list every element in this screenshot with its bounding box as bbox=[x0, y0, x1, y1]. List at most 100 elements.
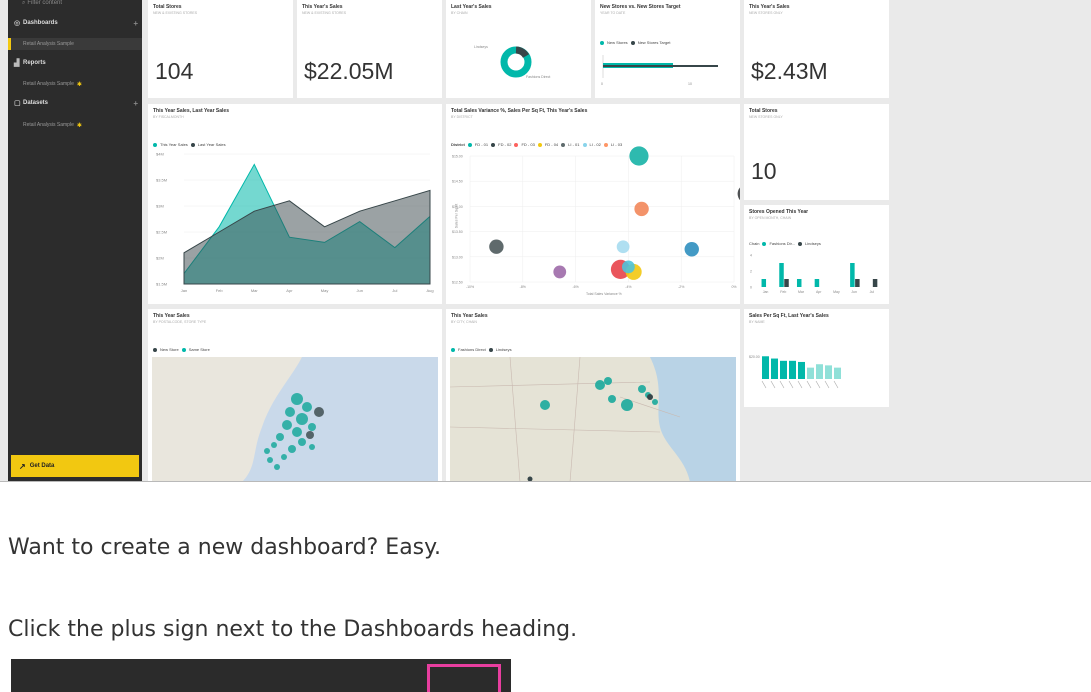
sales-sqft-bar-chart bbox=[761, 356, 841, 389]
x-tick-label bbox=[788, 380, 794, 389]
x-tick-label: May bbox=[321, 288, 329, 293]
tile-sales-sqft[interactable]: Sales Per Sq Ft, Last Year's Sales BY NA… bbox=[744, 309, 889, 407]
x-tick-label: Apr bbox=[816, 290, 822, 294]
filter-content-input[interactable]: ⌕ Filter content bbox=[14, 0, 140, 10]
tile-scatter-chart[interactable]: Total Sales Variance %, Sales Per Sq Ft,… bbox=[446, 104, 740, 304]
kpi-value: $2.43M bbox=[751, 58, 828, 84]
x-tick-label: Jun bbox=[356, 288, 362, 293]
add-dashboard-plus-icon[interactable]: + bbox=[133, 19, 138, 28]
x-tick-label: -8% bbox=[520, 285, 526, 289]
y-tick-label: $14.00 bbox=[452, 205, 463, 209]
legend-swatch bbox=[153, 347, 157, 352]
x-tick-label: Jun bbox=[851, 290, 857, 294]
search-icon: ⌕ bbox=[22, 0, 26, 6]
stores-opened-bar-chart: 4 2 0 Jan Feb Mar Apr May Jun Jul bbox=[750, 254, 878, 294]
bar bbox=[779, 263, 784, 287]
tile-total-stores-new[interactable]: Total Stores NEW STORES ONLY 10 bbox=[744, 104, 889, 200]
get-data-button[interactable]: ↗ Get Data bbox=[11, 455, 139, 477]
nav-datasets-heading[interactable]: ▢ Datasets + bbox=[14, 97, 138, 109]
y-tick-label: 0 bbox=[750, 286, 752, 290]
kpi-value: $22.05M bbox=[304, 58, 394, 84]
legend-swatch bbox=[181, 347, 186, 352]
y-tick-label: $1.5M bbox=[156, 282, 167, 287]
y-tick-label: $2M bbox=[156, 256, 164, 261]
y-tick-label: $3M bbox=[156, 204, 164, 209]
donut-chart bbox=[500, 46, 532, 78]
bar bbox=[825, 365, 832, 379]
scatter-point bbox=[553, 265, 567, 279]
tile-map-city[interactable]: This Year Sales BY CITY, CHAIN Fashions … bbox=[446, 309, 740, 481]
tile-last-year-sales[interactable]: Last Year's Sales BY CHAIN Lindseys Fash… bbox=[446, 0, 591, 98]
bar bbox=[789, 360, 796, 379]
scatter-chart: $15.00 $14.50 $14.00 $13.50 $13.00 $12.50-10%… bbox=[452, 146, 740, 289]
bar bbox=[771, 358, 778, 379]
nav-dashboard-item[interactable]: Retail Analysis Sample bbox=[8, 38, 142, 50]
x-tick-label: Jan bbox=[181, 288, 187, 293]
tile-map-postal[interactable]: This Year Sales BY POSTALCODE, STORE TYP… bbox=[148, 309, 442, 481]
y-tick-label: $3.5M bbox=[156, 178, 167, 183]
land-shape bbox=[152, 357, 302, 481]
x-tick-label: -2% bbox=[678, 285, 684, 289]
scatter-point bbox=[489, 239, 504, 254]
star-icon: ✱ bbox=[76, 81, 82, 88]
y-tick-label: $13.50 bbox=[452, 230, 463, 234]
kpi-value: 10 bbox=[751, 158, 777, 184]
nav-dataset-item[interactable]: Retail Analysis Sample ✱ bbox=[8, 119, 142, 131]
x-tick-label: 0% bbox=[731, 285, 736, 289]
x-tick-label: Mar bbox=[798, 290, 805, 294]
state-borders bbox=[450, 357, 681, 481]
bar bbox=[834, 367, 841, 379]
dashboard-screenshot: ⌕ Filter content ◎ Dashboards + Retail An… bbox=[0, 0, 1091, 482]
nav-reports-heading[interactable]: ▟ Reports bbox=[14, 57, 138, 69]
kpi-value: 104 bbox=[155, 58, 194, 84]
scatter-point bbox=[616, 240, 630, 254]
x-tick-label: Aug bbox=[426, 288, 433, 293]
map-graphic bbox=[152, 357, 324, 481]
tick-label: 0 bbox=[601, 82, 603, 86]
tile-this-year-sales-new[interactable]: This Year's Sales NEW STORES ONLY $2.43M bbox=[744, 0, 889, 98]
nav-report-item[interactable]: Retail Analysis Sample ✱ bbox=[8, 78, 142, 90]
star-icon: ✱ bbox=[76, 122, 82, 129]
donut-slice-lindseys bbox=[515, 46, 530, 59]
area-series-last-year bbox=[183, 189, 431, 285]
tile-this-year-sales[interactable]: This Year's Sales NEW & EXISTING STORES … bbox=[297, 0, 442, 98]
x-tick-label: May bbox=[833, 290, 840, 294]
y-tick-label: $15.00 bbox=[452, 155, 463, 159]
article-paragraph: Want to create a new dashboard? Easy. bbox=[8, 535, 442, 560]
scatter-point bbox=[684, 242, 699, 257]
x-tick-label: Jul bbox=[870, 290, 875, 294]
x-tick-label bbox=[833, 380, 839, 389]
nav-dashboards-heading[interactable]: ◎ Dashboards + bbox=[14, 17, 138, 29]
y-tick-label: 4 bbox=[750, 254, 752, 258]
chart-legend: Fashions Direct Lindseys bbox=[451, 347, 512, 352]
map-area[interactable] bbox=[152, 357, 438, 481]
bar bbox=[807, 367, 814, 379]
reports-icon: ▟ bbox=[14, 60, 20, 67]
x-tick-label: -4% bbox=[625, 285, 631, 289]
bar bbox=[872, 279, 878, 287]
add-dataset-plus-icon[interactable]: + bbox=[133, 99, 138, 108]
x-tick-label: Apr bbox=[286, 288, 293, 293]
scatter-point bbox=[629, 146, 649, 166]
bar bbox=[784, 279, 789, 287]
map-area[interactable] bbox=[450, 357, 736, 481]
bar bbox=[796, 279, 802, 287]
x-tick-label bbox=[779, 380, 785, 389]
tile-stores-opened[interactable]: Stores Opened This Year BY OPEN MONTH, C… bbox=[744, 205, 889, 304]
map-point-new bbox=[306, 431, 314, 439]
article-paragraph: Click the plus sign next to the Dashboar… bbox=[8, 617, 578, 642]
page: ⌕ Filter content ◎ Dashboards + Retail An… bbox=[0, 0, 1091, 692]
tile-total-stores[interactable]: Total Stores NEW & EXISTING STORES 104 bbox=[148, 0, 293, 98]
tile-line-chart[interactable]: This Year Sales, Last Year Sales BY FISC… bbox=[148, 104, 442, 304]
legend-swatch bbox=[451, 347, 455, 352]
bar bbox=[816, 364, 823, 379]
x-tick-label: Feb bbox=[216, 288, 224, 293]
datasets-icon: ▢ bbox=[14, 100, 21, 107]
tile-new-vs-target[interactable]: New Stores vs. New Stores Target YEAR TO… bbox=[595, 0, 740, 98]
x-tick-label bbox=[761, 380, 767, 389]
y-tick-label: 2 bbox=[750, 270, 752, 274]
legend-swatch bbox=[488, 347, 493, 352]
chart-legend: New Store Same Store bbox=[153, 347, 210, 352]
map-point-lindseys bbox=[527, 476, 533, 481]
y-tick-label: $4M bbox=[156, 152, 164, 157]
